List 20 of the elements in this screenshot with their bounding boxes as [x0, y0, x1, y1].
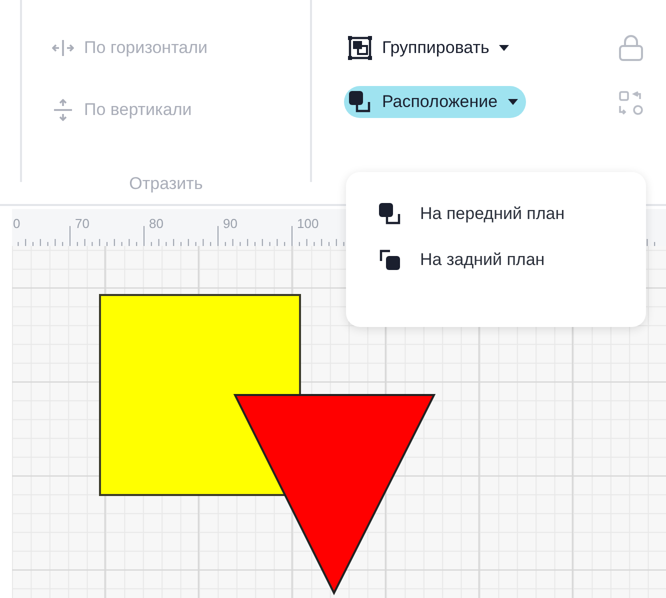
lock-icon: [618, 34, 644, 62]
group-icon: [348, 36, 372, 60]
group-label: Отразить: [128, 174, 204, 194]
swap-icon: [618, 90, 644, 116]
send-back-icon: [378, 248, 402, 272]
bring-front-icon: [348, 90, 372, 114]
ruler-label: 80: [149, 216, 164, 231]
bring-front-icon: [378, 202, 402, 226]
caret-icon: [499, 45, 510, 51]
toolbar-dropdown-button[interactable]: Группировать: [344, 32, 518, 64]
toolbar-dropdown-button[interactable]: Расположение: [344, 86, 526, 118]
caret-icon: [508, 99, 518, 105]
ruler-label: 100: [297, 216, 319, 231]
flip-horizontal-icon: [52, 39, 74, 57]
ruler-label: 70: [75, 216, 90, 231]
ruler-label: 90: [223, 216, 238, 231]
menu-item[interactable]: На задний план: [378, 248, 646, 272]
flip-vertical-icon: [52, 99, 74, 121]
ruler-label: 0: [13, 216, 20, 231]
menu-item[interactable]: На передний план: [378, 202, 646, 226]
